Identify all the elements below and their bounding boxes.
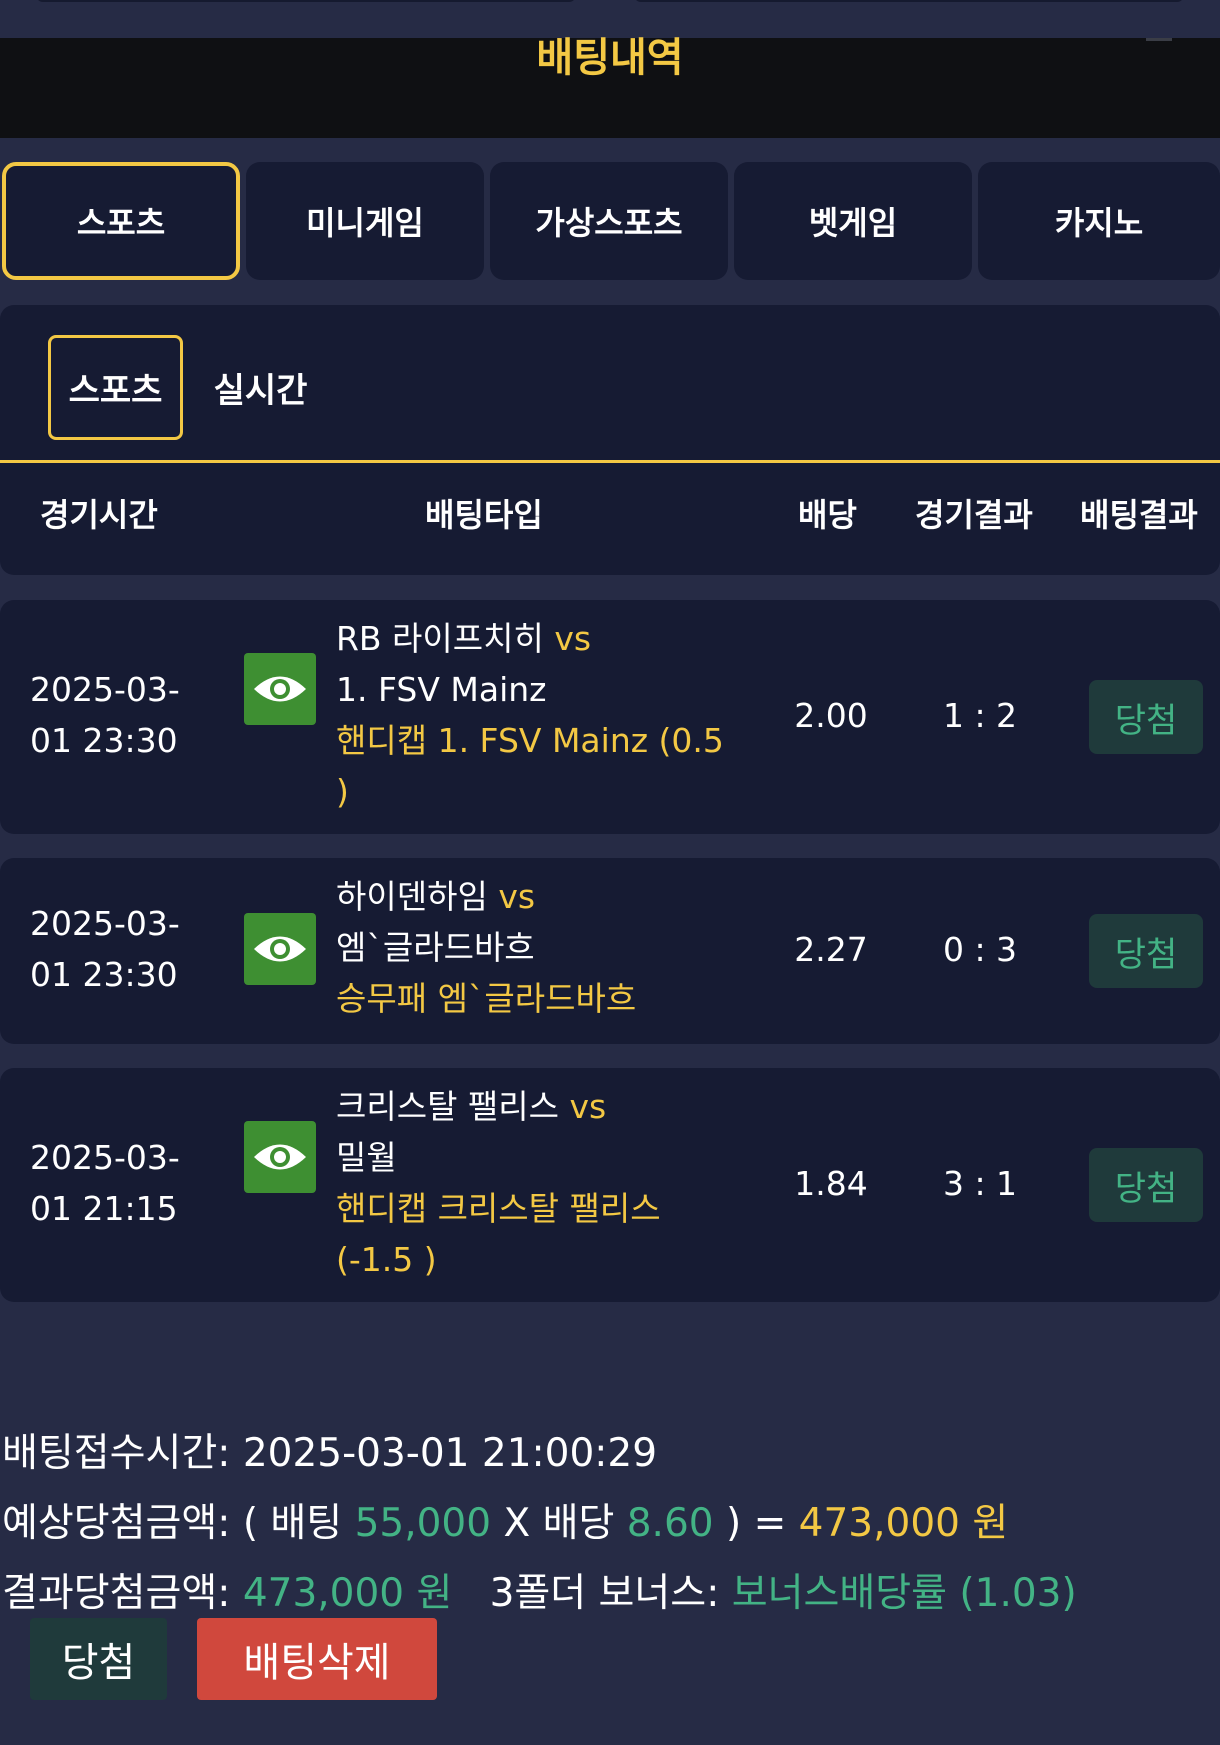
vs-label: vs	[569, 1087, 607, 1126]
category-tabs: 스포츠 미니게임 가상스포츠 벳게임 카지노	[0, 162, 1220, 280]
win-button[interactable]: 당첨	[30, 1618, 167, 1700]
bet-pick-cont: (-1.5 )	[336, 1240, 437, 1279]
page-header: 배팅내역	[0, 38, 1220, 138]
subtab-sports[interactable]: 스포츠	[48, 335, 183, 440]
bet-pick: 핸디캡 1. FSV Mainz (0.5	[336, 721, 724, 760]
bet-pick-cont: )	[336, 772, 349, 811]
received-label: 배팅접수시간:	[2, 1431, 243, 1476]
subtab-live[interactable]: 실시간	[203, 335, 318, 440]
match-clock: 01 23:30	[30, 955, 178, 994]
bet-type: RB 라이프치히 vs 1. FSV Mainz 핸디캡 1. FSV Main…	[336, 613, 736, 817]
bet-pick: 승무패 엠`글라드바흐	[336, 979, 637, 1018]
home-team: 하이덴하임	[336, 877, 488, 916]
match-date: 2025-03-	[30, 904, 180, 943]
expected-label: 예상당첨금액: ( 배팅	[2, 1501, 355, 1546]
expected-payout: 예상당첨금액: ( 배팅 55,000 X 배당 8.60 ) = 473,00…	[2, 1492, 1008, 1548]
vs-label: vs	[498, 877, 536, 916]
game-score: 3 : 1	[942, 1164, 1018, 1203]
table-row: 2025-03- 01 23:30 RB 라이프치히 vs 1. FSV Mai…	[0, 600, 1220, 834]
eye-icon[interactable]	[244, 653, 316, 725]
match-time: 2025-03- 01 23:30	[30, 898, 180, 1000]
total-odds: 8.60	[626, 1501, 714, 1546]
home-team: 크리스탈 팰리스	[336, 1087, 560, 1126]
bonus-label: 3폴더 보너스:	[452, 1571, 732, 1616]
column-header-bet-type: 배팅타입	[425, 496, 543, 534]
panel-divider	[0, 460, 1220, 463]
tab-casino[interactable]: 카지노	[978, 162, 1220, 280]
vs-label: vs	[554, 619, 592, 658]
table-panel: 스포츠 실시간 경기시간 배팅타입 배당 경기결과 배팅결과	[0, 305, 1220, 575]
expected-mid: X 배당	[491, 1501, 627, 1546]
match-date: 2025-03-	[30, 670, 180, 709]
bet-type: 크리스탈 팰리스 vs 밀월 핸디캡 크리스탈 팰리스 (-1.5 )	[336, 1081, 736, 1285]
top-pill-left	[36, 0, 576, 2]
match-time: 2025-03- 01 23:30	[30, 664, 180, 766]
odds-value: 1.84	[794, 1164, 868, 1203]
result-label: 결과당첨금액:	[2, 1571, 243, 1616]
table-row: 2025-03- 01 23:30 하이덴하임 vs 엠`글라드바흐 승무패 엠…	[0, 858, 1220, 1044]
away-team: 밀월	[336, 1138, 397, 1177]
game-score: 0 : 3	[942, 930, 1018, 969]
game-score: 1 : 2	[942, 696, 1018, 735]
tab-sports[interactable]: 스포츠	[2, 162, 240, 280]
column-header-bet-result: 배팅결과	[1080, 496, 1198, 534]
match-date: 2025-03-	[30, 1138, 180, 1177]
away-team: 1. FSV Mainz	[336, 670, 547, 709]
away-team: 엠`글라드바흐	[336, 928, 535, 967]
expected-total: 473,000 원	[798, 1501, 1009, 1546]
table-row: 2025-03- 01 21:15 크리스탈 팰리스 vs 밀월 핸디캡 크리스…	[0, 1068, 1220, 1302]
eye-icon[interactable]	[244, 913, 316, 985]
odds-value: 2.27	[794, 930, 868, 969]
bonus-value: 보너스배당률 (1.03)	[731, 1571, 1077, 1616]
tab-minigame[interactable]: 미니게임	[246, 162, 484, 280]
match-time: 2025-03- 01 21:15	[30, 1132, 180, 1234]
eye-icon[interactable]	[244, 1121, 316, 1193]
bet-type: 하이덴하임 vs 엠`글라드바흐 승무패 엠`글라드바흐	[336, 871, 736, 1024]
received-value: 2025-03-01 21:00:29	[242, 1431, 658, 1476]
column-header-game-result: 경기결과	[915, 496, 1033, 534]
bet-result-badge: 당첨	[1089, 914, 1203, 988]
delete-bet-button[interactable]: 배팅삭제	[197, 1618, 437, 1700]
bet-amount: 55,000	[354, 1501, 492, 1546]
bet-received-time: 배팅접수시간: 2025-03-01 21:00:29	[2, 1422, 657, 1478]
odds-value: 2.00	[794, 696, 868, 735]
result-payout: 결과당첨금액: 473,000 원 3폴더 보너스: 보너스배당률 (1.03)	[2, 1562, 1077, 1618]
header-corner-mark	[1146, 38, 1172, 41]
bet-result-badge: 당첨	[1089, 680, 1203, 754]
top-strip	[0, 0, 1220, 38]
top-pill-right	[634, 0, 1184, 2]
bet-pick: 핸디캡 크리스탈 팰리스	[336, 1189, 661, 1228]
home-team: RB 라이프치히	[336, 619, 544, 658]
tab-virtual-sports[interactable]: 가상스포츠	[490, 162, 728, 280]
match-clock: 01 21:15	[30, 1189, 178, 1228]
tab-bet-game[interactable]: 벳게임	[734, 162, 972, 280]
expected-eq: ) =	[713, 1501, 799, 1546]
result-value: 473,000 원	[242, 1571, 453, 1616]
column-header-time: 경기시간	[40, 496, 158, 534]
column-header-odds: 배당	[798, 496, 857, 534]
page-title: 배팅내역	[536, 35, 684, 81]
match-clock: 01 23:30	[30, 721, 178, 760]
bet-result-badge: 당첨	[1089, 1148, 1203, 1222]
